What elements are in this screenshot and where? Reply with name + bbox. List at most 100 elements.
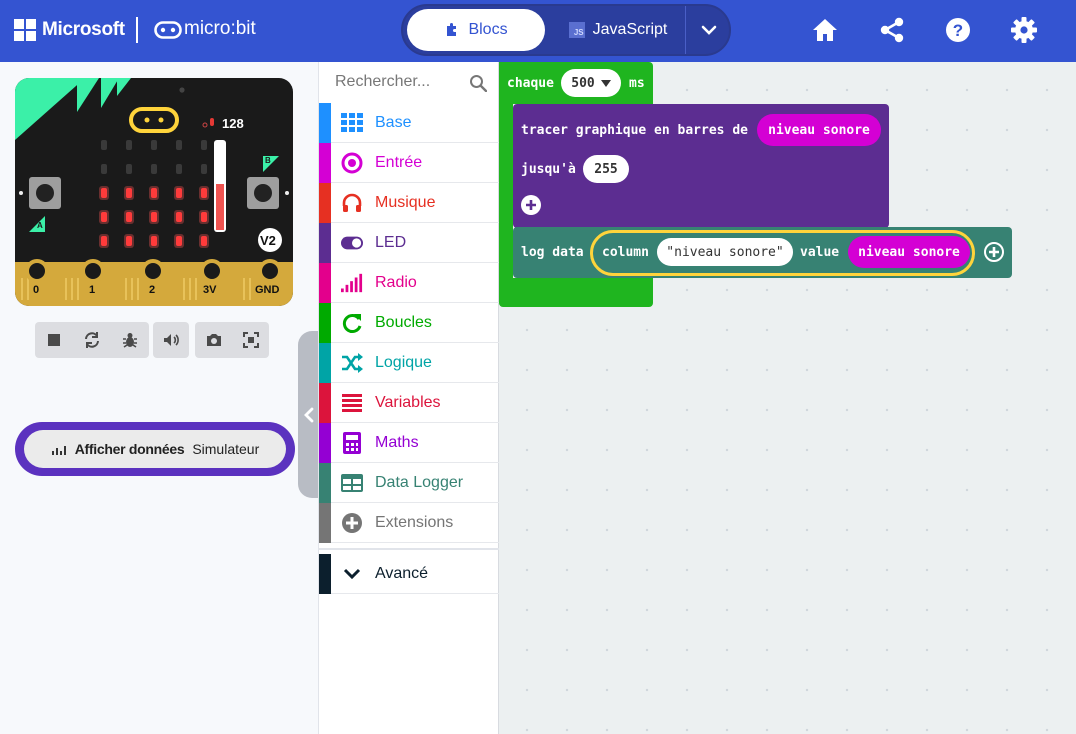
category-extensions[interactable]: Extensions <box>319 503 499 543</box>
tab-javascript-label: JavaScript <box>592 21 668 38</box>
headphones-icon <box>341 192 363 214</box>
upto-keyword: jusqu'à <box>521 162 576 177</box>
category-input[interactable]: Entrée <box>319 143 499 183</box>
chevron-left-icon <box>304 407 314 422</box>
column-keyword: column <box>602 245 649 260</box>
list-icon <box>341 392 363 414</box>
show-data-button-outline: Afficher données Simulateur <box>15 422 295 476</box>
tab-blocks-label: Blocs <box>468 21 508 38</box>
product-name[interactable]: micro:bit <box>184 18 256 40</box>
restart-icon[interactable] <box>80 328 104 352</box>
brand-name: Microsoft <box>42 19 125 40</box>
every-block-side <box>499 102 513 302</box>
home-icon[interactable] <box>811 16 839 44</box>
button-a-label: A <box>37 221 43 230</box>
category-base[interactable]: Base <box>319 103 499 143</box>
editor-mode-switch: Blocs JS JavaScript <box>401 4 731 56</box>
plot-expand-plus-icon[interactable] <box>521 195 541 215</box>
toolbox: Rechercher... Base Entrée Musique LED Ra… <box>318 62 499 734</box>
sim-control-group-main <box>35 322 149 358</box>
toolbox-search-input[interactable]: Rechercher... <box>319 62 499 102</box>
log-value-variable[interactable]: niveau sonore <box>848 236 970 268</box>
microsoft-logo-icon <box>14 19 36 41</box>
category-extensions-label: Extensions <box>375 514 454 531</box>
log-add-column-plus-icon[interactable] <box>984 242 1004 262</box>
show-data-source: Simulateur <box>192 441 260 457</box>
help-icon[interactable]: ? <box>944 16 972 44</box>
category-radio[interactable]: Radio <box>319 263 499 303</box>
pin-3v-label[interactable]: 3V <box>203 284 216 296</box>
chevron-down-icon <box>701 25 716 35</box>
category-loops[interactable]: Boucles <box>319 303 499 343</box>
shuffle-icon <box>341 352 363 374</box>
interval-value: 500 <box>571 75 595 91</box>
board-graphic <box>15 78 293 306</box>
upto-value-input[interactable]: 255 <box>583 155 629 183</box>
settings-icon[interactable] <box>1010 16 1038 44</box>
toggle-icon <box>341 232 363 254</box>
log-value-label: niveau sonore <box>858 244 960 260</box>
pin-gnd-label[interactable]: GND <box>255 284 279 296</box>
version-badge: V2 <box>260 233 276 248</box>
grid-icon <box>341 112 363 134</box>
category-data-logger-label: Data Logger <box>375 474 464 491</box>
category-maths[interactable]: Maths <box>319 423 499 463</box>
simulator-pane: 128 A B V2 0 1 2 3V GND Afficher données… <box>0 62 318 734</box>
category-logic[interactable]: Logique <box>319 343 499 383</box>
category-logic-label: Logique <box>375 354 432 371</box>
puzzle-icon <box>447 23 457 36</box>
collapse-simulator-button[interactable] <box>298 331 320 498</box>
sound-level-value: 128 <box>222 116 244 131</box>
microbit-logo-icon <box>154 21 182 39</box>
column-name-input[interactable]: "niveau sonore" <box>657 238 793 266</box>
pin-2-label[interactable]: 2 <box>149 284 155 296</box>
language-dropdown-button[interactable] <box>685 6 731 54</box>
category-base-label: Base <box>375 114 412 131</box>
calculator-icon <box>341 432 363 454</box>
stop-icon[interactable] <box>42 328 66 352</box>
log-data-text: log data <box>521 245 584 260</box>
show-data-label: Afficher données <box>74 441 185 457</box>
category-input-label: Entrée <box>375 154 423 171</box>
tab-blocks[interactable]: Blocs <box>407 9 545 51</box>
microbit-board[interactable]: 128 A B V2 0 1 2 3V GND <box>15 78 293 306</box>
column-name-value: "niveau sonore" <box>666 244 784 260</box>
interval-dropdown[interactable]: 500 <box>561 69 621 97</box>
category-music[interactable]: Musique <box>319 183 499 223</box>
category-advanced-label: Avancé <box>375 565 429 582</box>
value-keyword: value <box>800 245 840 260</box>
mute-icon[interactable] <box>159 328 183 352</box>
share-icon[interactable] <box>878 16 906 44</box>
category-data-logger[interactable]: Data Logger <box>319 463 499 503</box>
category-variables[interactable]: Variables <box>319 383 499 423</box>
top-bar: Microsoft micro:bit Blocs JS JavaScript <box>0 0 1076 62</box>
category-loops-label: Boucles <box>375 314 432 331</box>
svg-text:?: ? <box>953 21 963 40</box>
search-icon[interactable] <box>469 74 487 92</box>
blocks-workspace[interactable]: chaque 500 ms tracer graphique en barres… <box>499 62 1076 734</box>
debug-icon[interactable] <box>118 328 142 352</box>
category-led[interactable]: LED <box>319 223 499 263</box>
sim-control-group-view <box>195 322 269 358</box>
category-advanced[interactable]: Avancé <box>319 554 499 594</box>
category-led-label: LED <box>375 234 407 251</box>
sim-control-group-sound <box>153 322 189 358</box>
chevron-down-icon <box>341 563 363 585</box>
plot-value-variable[interactable]: niveau sonore <box>757 114 881 146</box>
tab-javascript[interactable]: JS JavaScript <box>553 9 683 51</box>
category-radio-label: Radio <box>375 274 417 291</box>
plot-text: tracer graphique en barres de <box>521 123 748 138</box>
led-matrix <box>99 140 209 248</box>
screenshot-icon[interactable] <box>202 328 226 352</box>
search-placeholder: Rechercher... <box>335 73 431 90</box>
every-keyword: chaque <box>507 76 554 91</box>
fullscreen-icon[interactable] <box>239 328 263 352</box>
loop-icon <box>341 312 363 334</box>
bar-chart-icon <box>51 446 66 455</box>
show-data-simulator-button[interactable]: Afficher données Simulateur <box>24 430 286 468</box>
pin-0-label[interactable]: 0 <box>33 284 39 296</box>
dropdown-arrow-icon <box>600 79 611 87</box>
pin-1-label[interactable]: 1 <box>89 284 95 296</box>
category-maths-label: Maths <box>375 434 419 451</box>
interval-unit: ms <box>629 76 645 91</box>
